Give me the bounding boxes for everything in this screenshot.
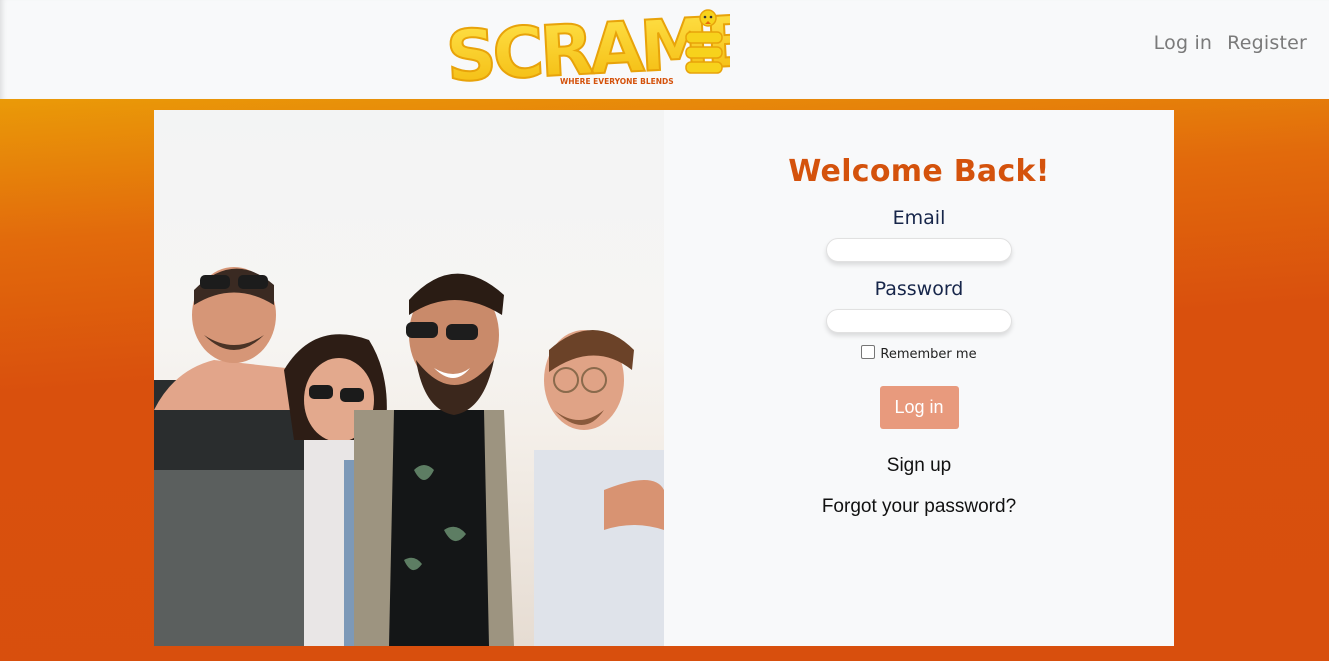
person-left <box>154 267 304 646</box>
login-card: Welcome Back! Email Password Remember me… <box>154 110 1174 646</box>
password-label: Password <box>874 278 964 300</box>
email-field[interactable] <box>826 238 1012 262</box>
nav-login-link[interactable]: Log in <box>1154 32 1213 54</box>
remember-me-checkbox[interactable] <box>861 344 876 359</box>
email-label: Email <box>892 207 946 229</box>
login-button[interactable]: Log in <box>879 386 959 429</box>
sign-up-link[interactable]: Sign up <box>887 455 951 477</box>
login-form-panel: Welcome Back! Email Password Remember me… <box>664 110 1174 646</box>
friends-photo <box>154 110 664 646</box>
remember-me-label: Remember me <box>880 347 977 362</box>
welcome-title: Welcome Back! <box>788 154 1050 189</box>
hero-background: Welcome Back! Email Password Remember me… <box>0 99 1329 661</box>
nav-links: Log in Register <box>1154 32 1307 54</box>
remember-me-row: Remember me <box>861 344 977 362</box>
logo-tagline-text: WHERE EVERYONE BLENDS <box>560 77 674 86</box>
person-center <box>354 273 514 646</box>
top-navbar: SCRAMBL WHERE EVERYONE BLENDS Log in Reg… <box>0 0 1329 99</box>
scramble-logo[interactable]: SCRAMBL WHERE EVERYONE BLENDS <box>440 4 730 92</box>
nav-register-link[interactable]: Register <box>1227 32 1307 54</box>
password-field[interactable] <box>826 309 1012 333</box>
person-right <box>534 330 664 646</box>
forgot-password-link[interactable]: Forgot your password? <box>822 496 1016 518</box>
